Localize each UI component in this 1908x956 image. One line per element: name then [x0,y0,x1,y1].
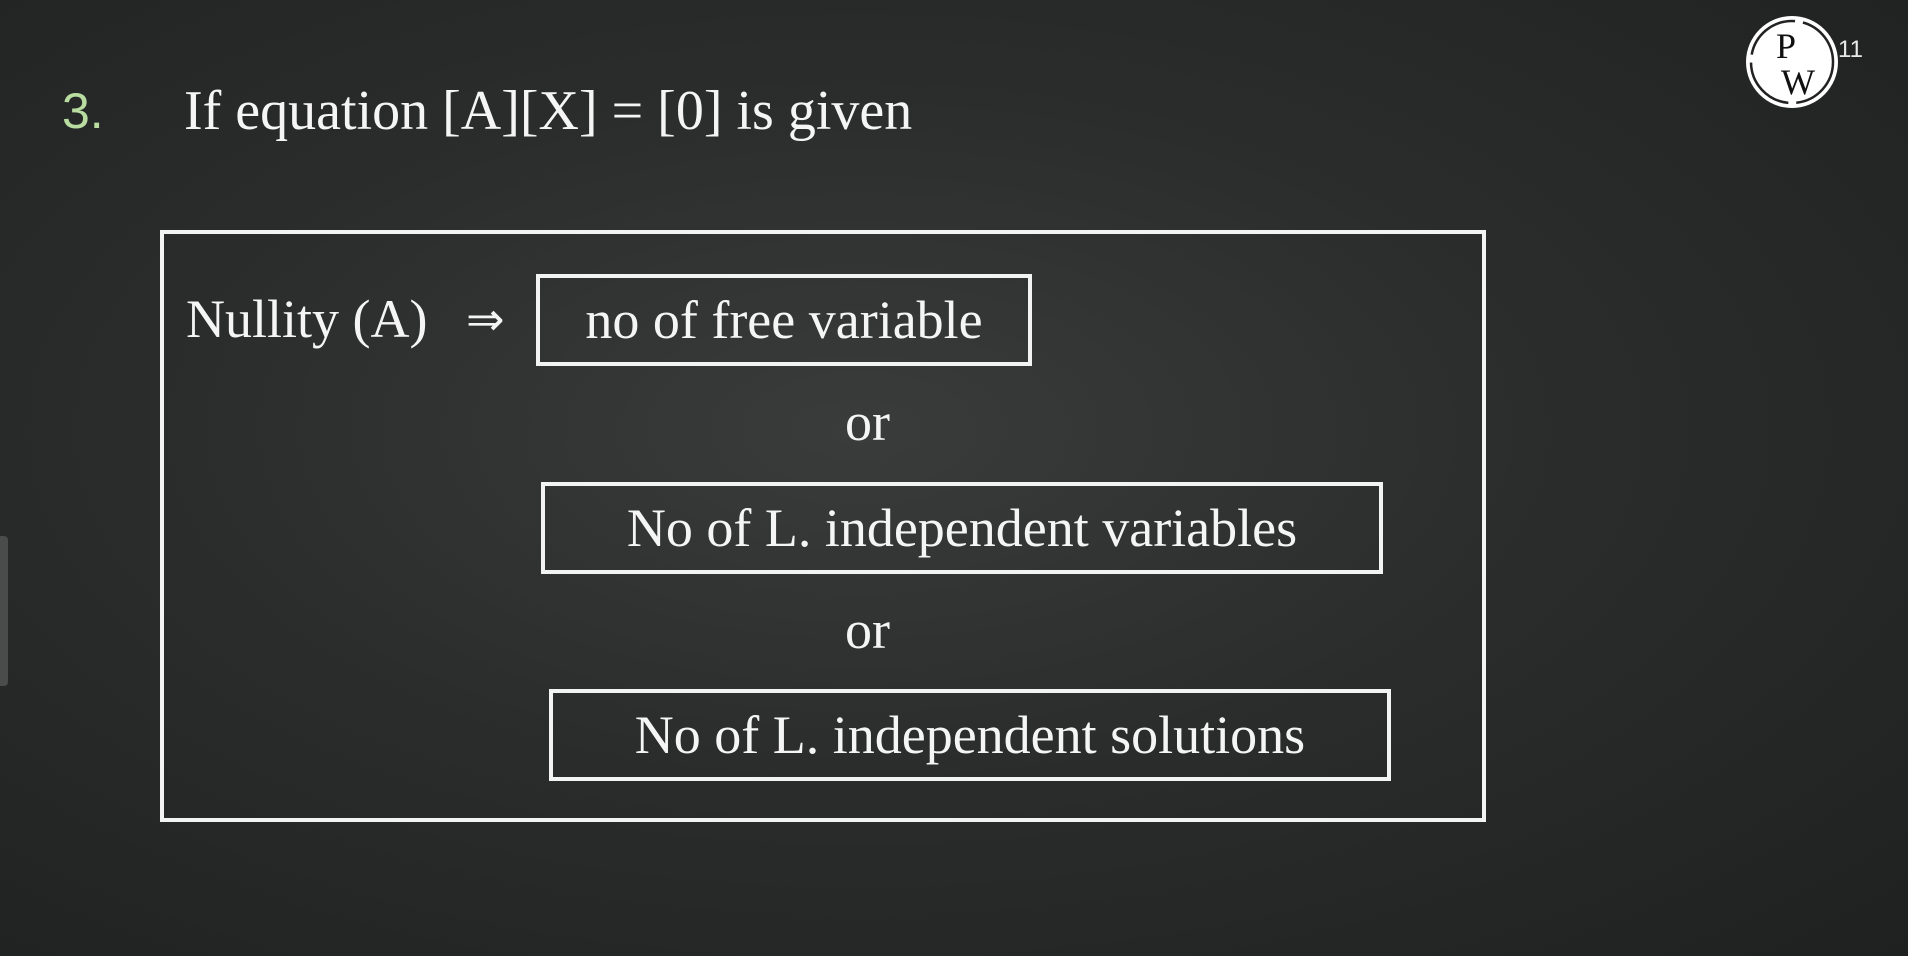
nullity-label: Nullity (A) [186,289,428,349]
side-panel-handle[interactable] [0,536,8,686]
definition-independent-variables-text: No of L. independent variables [626,498,1298,558]
definition-free-variable-text: no of free variable [585,290,983,350]
definition-independent-variables: No of L. independent variables [541,482,1383,574]
slide-number: 11 [1838,36,1863,63]
or-separator-1: or [845,392,890,452]
definition-free-variable: no of free variable [536,274,1032,366]
logo-letter-p: P [1776,26,1796,66]
question-number: 3. [62,83,104,139]
logo-letter-w: W [1781,62,1815,102]
definition-independent-solutions-text: No of L. independent solutions [634,705,1306,765]
slide: 3. If equation [A][X] = [0] is given P W… [0,0,1908,956]
question-text: If equation [A][X] = [0] is given [184,80,913,142]
or-separator-2: or [845,600,890,660]
implies-symbol: ⇒ [466,292,505,346]
pw-logo: P W [1746,16,1838,108]
definition-independent-solutions: No of L. independent solutions [549,689,1391,781]
